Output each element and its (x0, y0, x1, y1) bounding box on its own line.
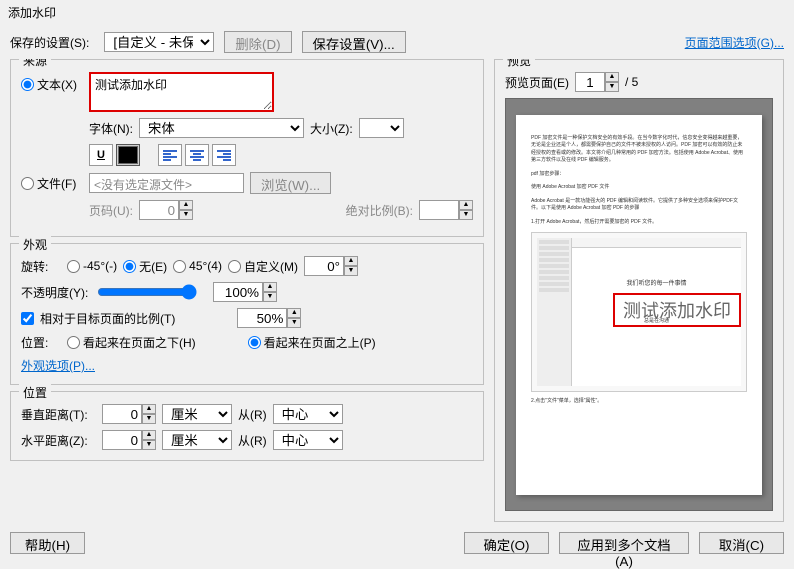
rot-45-label: 45°(4) (189, 259, 222, 273)
vfrom-combo[interactable]: 中心 (273, 404, 343, 424)
apply-multiple-button[interactable]: 应用到多个文档(A) (559, 532, 689, 554)
align-center-button[interactable] (185, 144, 209, 166)
position-title: 位置 (19, 384, 51, 401)
spinner-up[interactable]: ▲ (263, 282, 277, 292)
abs-scale-label: 绝对比例(B): (346, 202, 413, 219)
rot-none-label: 无(E) (139, 258, 167, 275)
vdist-unit-combo[interactable]: 厘米 (162, 404, 232, 424)
delete-button[interactable]: 删除(D) (224, 31, 291, 53)
rot-custom-label: 自定义(M) (244, 258, 298, 275)
preview-page-label: 预览页面(E) (505, 74, 569, 91)
spinner-up[interactable]: ▲ (142, 404, 156, 414)
preview-title: 预览 (503, 59, 535, 69)
appearance-options-link[interactable]: 外观选项(P)... (21, 359, 95, 373)
help-button[interactable]: 帮助(H) (10, 532, 85, 554)
page-number-input[interactable] (139, 200, 179, 220)
text-radio[interactable] (21, 78, 34, 91)
spinner-down[interactable]: ▼ (459, 210, 473, 220)
abs-scale-input[interactable] (419, 200, 459, 220)
dialog-title: 添加水印 (0, 0, 794, 25)
relative-scale-label: 相对于目标页面的比例(T) (40, 310, 175, 327)
spinner-up[interactable]: ▲ (142, 430, 156, 440)
rot-neg45-radio[interactable] (67, 260, 80, 273)
save-settings-button[interactable]: 保存设置(V)... (302, 31, 406, 53)
preview-body-1: PDF 加密文件是一种保护文档安全的有效手段。在当今数字化时代，信息安全变得越来… (531, 135, 747, 165)
rot-custom-input[interactable] (304, 256, 344, 276)
saved-settings-label: 保存的设置(S): (10, 34, 89, 51)
vfrom-label: 从(R) (238, 406, 267, 423)
source-group: 来源 文本(X) 测试添加水印 字体(N): 宋体 大小(Z): (10, 59, 484, 237)
spinner-down[interactable]: ▼ (179, 210, 193, 220)
appearance-group: 外观 旋转: -45°(-) 无(E) 45°(4) 自定义(M) ▲▼ 不透明… (10, 243, 484, 385)
hdist-label: 水平距离(Z): (21, 432, 96, 449)
position-mode-label: 位置: (21, 334, 61, 351)
hfrom-combo[interactable]: 中心 (273, 430, 343, 450)
spinner-up[interactable]: ▲ (459, 200, 473, 210)
color-button[interactable] (116, 144, 140, 166)
spinner-down[interactable]: ▼ (263, 292, 277, 302)
spinner-down[interactable]: ▼ (287, 318, 301, 328)
source-title: 来源 (19, 59, 51, 69)
spinner-up[interactable]: ▲ (287, 308, 301, 318)
page-range-link[interactable]: 页面范围选项(G)... (685, 34, 784, 51)
hdist-unit-combo[interactable]: 厘米 (162, 430, 232, 450)
front-label: 看起来在页面之上(P) (264, 334, 376, 351)
preview-page-input[interactable] (575, 72, 605, 92)
align-right-button[interactable] (212, 144, 236, 166)
opacity-label: 不透明度(Y): (21, 284, 91, 301)
appearance-title: 外观 (19, 236, 51, 253)
spinner-down[interactable]: ▼ (605, 82, 619, 92)
behind-radio[interactable] (67, 336, 80, 349)
align-left-button[interactable] (158, 144, 182, 166)
size-label: 大小(Z): (310, 120, 353, 137)
preview-screenshot: 我们听您的每一件事情 总是在沟通 测试添加水印 (531, 232, 747, 392)
file-path-display: <没有选定源文件> (89, 173, 244, 193)
relative-scale-input[interactable] (237, 308, 287, 328)
hdist-input[interactable] (102, 430, 142, 450)
font-combo[interactable]: 宋体 (139, 118, 304, 138)
text-radio-label: 文本(X) (37, 76, 77, 93)
rotate-label: 旋转: (21, 258, 61, 275)
page-number-label: 页码(U): (89, 202, 133, 219)
underline-button[interactable]: U (89, 144, 113, 166)
preview-body-6: 2.点击"文件"菜单，选择"属性"。 (531, 398, 747, 406)
preview-body-5: 1.打开 Adobe Acrobat，然后打开需要加密的 PDF 文件。 (531, 219, 747, 227)
vdist-label: 垂直距离(T): (21, 406, 96, 423)
hfrom-label: 从(R) (238, 432, 267, 449)
spinner-up[interactable]: ▲ (179, 200, 193, 210)
spinner-down[interactable]: ▼ (142, 414, 156, 424)
preview-pane: PDF 加密文件是一种保护文档安全的有效手段。在当今数字化时代，信息安全变得越来… (505, 98, 773, 511)
preview-page: PDF 加密文件是一种保护文档安全的有效手段。在当今数字化时代，信息安全变得越来… (516, 115, 762, 495)
position-group: 位置 垂直距离(T): ▲▼ 厘米 从(R) 中心 水平距离(Z): (10, 391, 484, 461)
front-radio[interactable] (248, 336, 261, 349)
rot-neg45-label: -45°(-) (83, 259, 117, 273)
preview-watermark: 测试添加水印 (613, 293, 741, 327)
preview-body-3: 使用 Adobe Acrobat 加密 PDF 文件 (531, 184, 747, 192)
preview-total-pages: / 5 (625, 75, 638, 89)
cancel-button[interactable]: 取消(C) (699, 532, 784, 554)
spinner-down[interactable]: ▼ (344, 266, 358, 276)
file-radio[interactable] (21, 177, 34, 190)
preview-group: 预览 预览页面(E) ▲▼ / 5 PDF 加密文件是一种保护文档安全的有效手段… (494, 59, 784, 522)
opacity-slider[interactable] (97, 284, 197, 300)
spinner-down[interactable]: ▼ (142, 440, 156, 450)
rot-custom-radio[interactable] (228, 260, 241, 273)
rot-none-radio[interactable] (123, 260, 136, 273)
spinner-up[interactable]: ▲ (605, 72, 619, 82)
preview-body-2: pdf 加密步骤： (531, 171, 747, 179)
behind-label: 看起来在页面之下(H) (83, 334, 196, 351)
font-label: 字体(N): (89, 120, 133, 137)
rot-45-radio[interactable] (173, 260, 186, 273)
file-radio-label: 文件(F) (37, 175, 76, 192)
relative-scale-check[interactable] (21, 312, 34, 325)
opacity-input[interactable] (213, 282, 263, 302)
spinner-up[interactable]: ▲ (344, 256, 358, 266)
size-combo[interactable] (359, 118, 404, 138)
saved-settings-combo[interactable]: [自定义 - 未保存] (104, 32, 214, 52)
vdist-input[interactable] (102, 404, 142, 424)
preview-body-4: Adobe Acrobat 是一款功能强大的 PDF 编辑和阅读软件。它提供了多… (531, 198, 747, 213)
watermark-text-input[interactable]: 测试添加水印 (89, 72, 274, 112)
browse-button[interactable]: 浏览(W)... (250, 172, 331, 194)
ok-button[interactable]: 确定(O) (464, 532, 549, 554)
